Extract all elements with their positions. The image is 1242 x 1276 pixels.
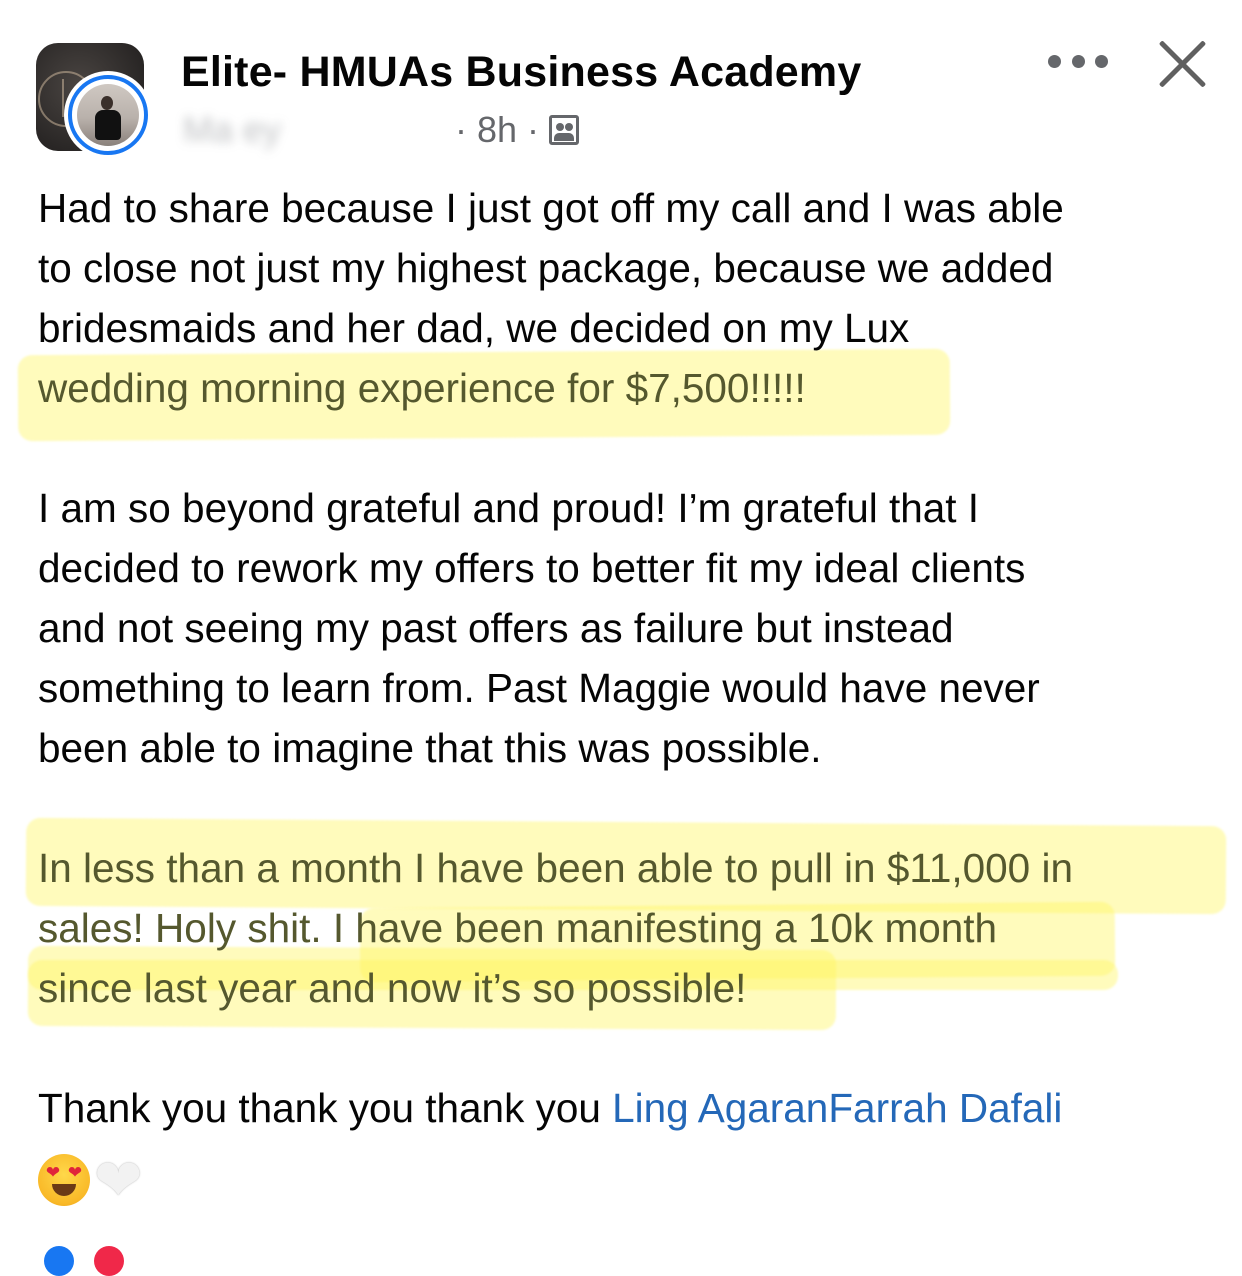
text-line: and not seeing my past offers as failure…: [38, 605, 954, 651]
post-timestamp[interactable]: 8h: [477, 109, 517, 151]
white-heart-emoji: ❤: [94, 1146, 143, 1214]
author-name[interactable]: Ma ey: [183, 109, 445, 151]
more-options-icon[interactable]: [1048, 46, 1108, 76]
text-line: decided to rework my offers to better fi…: [38, 545, 1026, 591]
love-reaction-icon[interactable]: [94, 1246, 124, 1276]
emoji-row: ❤ ❤ ❤: [38, 1146, 150, 1214]
group-name[interactable]: Elite- HMUAs Business Academy: [181, 48, 861, 97]
post-meta: Ma ey · 8h ·: [183, 108, 580, 152]
highlighted-text-line: since last year and now it’s so possible…: [38, 965, 747, 1011]
highlighted-text-line: sales! Holy shit. I have been manifestin…: [38, 905, 998, 951]
mention-link[interactable]: Farrah Dafali: [828, 1085, 1062, 1131]
story-ring: [68, 75, 148, 155]
text-line: bridesmaids and her dad, we decided on m…: [38, 305, 910, 351]
like-reaction-icon[interactable]: [44, 1246, 74, 1276]
meta-separator: ·: [455, 109, 467, 150]
mention-link[interactable]: Ling Agaran: [612, 1085, 828, 1131]
highlighted-text-line: wedding morning experience for $7,500!!!…: [38, 365, 806, 411]
thanks-text: Thank you thank you thank you: [38, 1085, 613, 1131]
text-line: to close not just my highest package, be…: [38, 245, 1054, 291]
post-paragraph: Thank you thank you thank you Ling Agara…: [38, 1078, 1228, 1138]
author-photo: [77, 84, 139, 146]
heart-eyes-emoji: ❤ ❤: [38, 1154, 90, 1206]
highlighted-text-line: In less than a month I have been able to…: [38, 845, 1073, 891]
post-paragraph: Had to share because I just got off my c…: [38, 178, 1228, 418]
text-line: something to learn from. Past Maggie wou…: [38, 665, 1040, 711]
thanks-line: Thank you thank you thank you Ling Agara…: [38, 1078, 1228, 1138]
group-members-icon[interactable]: [549, 115, 580, 145]
post-body: Had to share because I just got off my c…: [38, 178, 1228, 1198]
text-line: been able to imagine that this was possi…: [38, 725, 822, 771]
post-paragraph: In less than a month I have been able to…: [38, 838, 1228, 1018]
post-paragraph: I am so beyond grateful and proud! I’m g…: [38, 478, 1228, 778]
text-line: I am so beyond grateful and proud! I’m g…: [38, 485, 980, 531]
author-avatar[interactable]: [64, 71, 152, 159]
meta-separator: ·: [527, 109, 540, 150]
close-icon[interactable]: [1156, 38, 1208, 90]
text-line: Had to share because I just got off my c…: [38, 185, 1064, 231]
